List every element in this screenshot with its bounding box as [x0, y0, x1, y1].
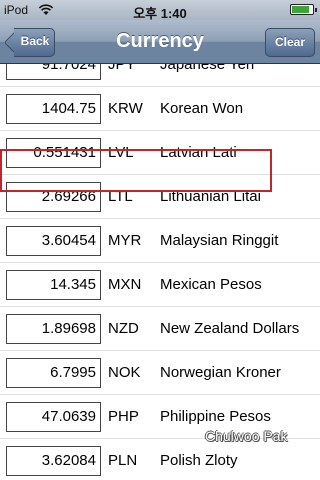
amount-field[interactable]: 3.60454 — [6, 226, 101, 256]
currency-row[interactable]: 6.7995 NOK Norwegian Kroner — [0, 351, 320, 395]
currency-code: MXN — [108, 276, 142, 293]
currency-name: New Zealand Dollars — [160, 320, 300, 337]
clear-button[interactable]: Clear — [265, 28, 315, 57]
currency-code: PLN — [108, 452, 138, 469]
amount-field[interactable]: 14.345 — [6, 270, 101, 300]
amount-field[interactable]: 6.7995 — [6, 358, 101, 388]
amount-field[interactable]: 0.551431 — [6, 138, 101, 168]
currency-name: Korean Won — [160, 100, 244, 117]
navigation-bar: Back Currency Clear — [0, 20, 320, 64]
watermark: Chulwoo Pak — [205, 428, 288, 444]
amount-field[interactable]: 3.62084 — [6, 446, 101, 476]
currency-list-content: 91.7024 JPY Japanese Yen 1404.75 KRW Korean W… — [0, 64, 320, 480]
currency-name: Latvian Lati — [160, 144, 237, 161]
currency-row[interactable]: 1.89698 NZD New Zealand Dollars — [0, 307, 320, 351]
amount-field[interactable]: 47.0639 — [6, 402, 101, 432]
currency-name: Malaysian Ringgit — [160, 232, 279, 249]
currency-code: JPY — [108, 64, 136, 73]
currency-name: Polish Zloty — [160, 452, 238, 469]
currency-code: KRW — [108, 100, 143, 117]
currency-row[interactable]: 0.551431 LVL Latvian Lati — [0, 131, 320, 175]
currency-code: NZD — [108, 320, 139, 337]
currency-code: NOK — [108, 364, 141, 381]
battery-icon — [290, 4, 317, 15]
battery-level — [292, 6, 309, 13]
currency-row[interactable]: 91.7024 JPY Japanese Yen — [0, 64, 320, 87]
currency-row[interactable]: 2.69266 LTL Lithuanian Litai — [0, 175, 320, 219]
currency-name: Japanese Yen — [160, 64, 255, 73]
currency-name: Mexican Pesos — [160, 276, 262, 293]
amount-field[interactable]: 1.89698 — [6, 314, 101, 344]
currency-code: MYR — [108, 232, 142, 249]
currency-row[interactable]: 1404.75 KRW Korean Won — [0, 87, 320, 131]
amount-field[interactable]: 1404.75 — [6, 94, 101, 124]
amount-field[interactable]: 91.7024 — [6, 64, 101, 80]
currency-code: LVL — [108, 144, 134, 161]
currency-code: PHP — [108, 408, 139, 425]
currency-row[interactable]: 3.60454 MYR Malaysian Ringgit — [0, 219, 320, 263]
currency-code: LTL — [108, 188, 133, 205]
amount-field[interactable]: 2.69266 — [6, 182, 101, 212]
currency-row[interactable]: 14.345 MXN Mexican Pesos — [0, 263, 320, 307]
currency-row[interactable]: 3.62084 PLN Polish Zloty — [0, 439, 320, 480]
currency-list[interactable]: 91.7024 JPY Japanese Yen 1404.75 KRW Korean W… — [0, 64, 320, 480]
currency-name: Norwegian Kroner — [160, 364, 281, 381]
currency-name: Lithuanian Litai — [160, 188, 261, 205]
status-bar: iPod 오후 1:40 — [0, 0, 320, 21]
